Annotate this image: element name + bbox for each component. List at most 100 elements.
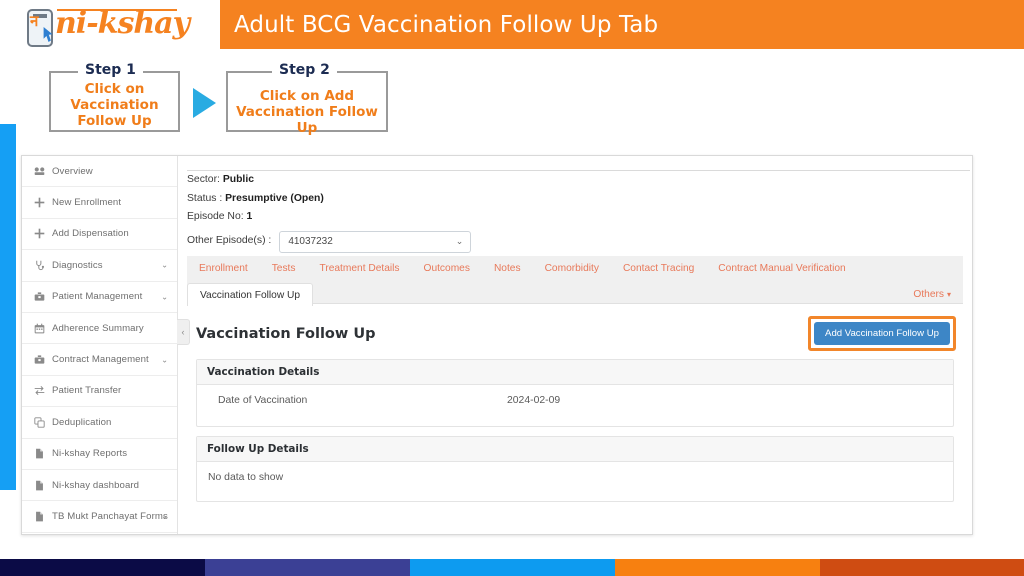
sidebar-item-label: Add Dispensation (52, 228, 129, 240)
step-1-text: Click on Vaccination Follow Up (70, 81, 159, 129)
date-of-vaccination-label: Date of Vaccination (218, 395, 308, 406)
plus-icon (34, 197, 52, 208)
page-title: Vaccination Follow Up (196, 325, 376, 342)
footer-color-strip (0, 559, 1024, 576)
slide-title: Adult BCG Vaccination Follow Up Tab (234, 11, 659, 38)
sidebar-item-patient-management[interactable]: Patient Management ⌄ (22, 282, 177, 313)
footer-strip-segment (205, 559, 410, 576)
status-value: Presumptive (Open) (225, 192, 324, 204)
sidebar: Overview New Enrollment Add Dispensation Di… (22, 156, 178, 534)
tab-comorbidity[interactable]: Comorbidity (533, 256, 611, 282)
other-episodes-label: Other Episode(s) : (187, 235, 272, 247)
sidebar-item-ni-kshay-reports[interactable]: Ni-kshay Reports (22, 439, 177, 470)
sidebar-item-label: Overview (52, 165, 93, 177)
copy-icon (34, 417, 52, 428)
chevron-down-icon: ⌄ (161, 511, 168, 521)
sidebar-item-tb-mukt-panchayat-forms[interactable]: TB Mukt Panchayat Forms ⌄ (22, 501, 177, 533)
tab-label: Tests (271, 263, 296, 274)
follow-up-details-panel: Follow Up Details No data to show (196, 436, 954, 502)
chevron-down-icon: ⌄ (161, 260, 168, 270)
vaccination-details-panel: Vaccination Details Date of Vaccination … (196, 359, 954, 427)
sidebar-item-label: New Enrollment (52, 197, 122, 209)
sidebar-item-label: Ni-kshay dashboard (52, 479, 140, 491)
tab-others[interactable]: Others ▾ (901, 282, 963, 308)
tab-label: Comorbidity (544, 263, 599, 274)
sidebar-item-label: Ni-kshay Reports (52, 448, 128, 460)
tab-label: Vaccination Follow Up (200, 290, 301, 301)
briefcase-icon (34, 354, 52, 365)
sidebar-item-label: TB Mukt Panchayat Forms (52, 510, 168, 522)
tab-label: Contract Manual Verification (718, 263, 846, 274)
episode-no-row: Episode No: 1 (187, 208, 972, 227)
caret-down-icon: ▾ (946, 290, 951, 299)
sidebar-item-label: Diagnostics (52, 259, 103, 271)
tab-notes[interactable]: Notes (482, 256, 533, 282)
no-data-message: No data to show (208, 472, 284, 483)
sidebar-item-label: Deduplication (52, 416, 112, 428)
step-1-callout: Step 1 Click on Vaccination Follow Up (49, 62, 180, 132)
follow-up-details-heading: Follow Up Details (197, 437, 953, 462)
follow-up-details-body: No data to show (197, 462, 953, 501)
tab-treatment-details[interactable]: Treatment Details (307, 256, 411, 282)
stethoscope-icon (34, 260, 52, 271)
chevron-down-icon: ⌄ (161, 355, 168, 365)
sidebar-item-label: Adherence Summary (52, 322, 144, 334)
tab-label: Enrollment (199, 263, 248, 274)
tab-label: Notes (493, 263, 521, 274)
sidebar-item-diagnostics[interactable]: Diagnostics ⌄ (22, 250, 177, 282)
sidebar-item-contract-management[interactable]: Contract Management ⌄ (22, 344, 177, 376)
main-pane: Sector: Public Status : Presumptive (Ope… (179, 156, 972, 534)
chevron-down-icon: ⌄ (161, 292, 168, 302)
sector-row: Sector: Public (187, 171, 972, 190)
tab-enrollment[interactable]: Enrollment (187, 256, 260, 282)
tab-outcomes[interactable]: Outcomes (412, 256, 482, 282)
sidebar-item-overview[interactable]: Overview (22, 156, 177, 188)
step-1-legend: Step 1 (78, 62, 143, 78)
patient-summary: Sector: Public Status : Presumptive (Ope… (179, 156, 972, 253)
tab-contract-manual-verification[interactable]: Contract Manual Verification (706, 256, 857, 282)
briefcase-icon (34, 291, 52, 302)
sidebar-item-adherence-summary[interactable]: Adherence Summary (22, 313, 177, 345)
logo-wordmark: ni-kshay (55, 6, 190, 41)
decorative-left-rail (0, 124, 16, 490)
tab-label: Outcomes (423, 263, 470, 274)
date-of-vaccination-value: 2024-02-09 (507, 395, 561, 406)
sidebar-item-deduplication[interactable]: Deduplication (22, 407, 177, 439)
other-episodes-select[interactable]: 41037232 ⌄ (279, 230, 472, 253)
plus-icon (34, 228, 52, 239)
nikshay-logo: न ni-kshay (25, 5, 195, 51)
table-row: Date of Vaccination 2024-02-09 (207, 395, 943, 406)
tab-strip: Enrollment Tests Treatment Details Outcomes… (187, 256, 963, 311)
step-2-callout: Step 2 Click on Add Vaccination Follow Up (226, 62, 388, 136)
sector-label: Sector: (187, 174, 220, 185)
footer-strip-segment (410, 559, 615, 576)
sidebar-item-label: Contract Management (52, 354, 149, 366)
add-button-highlight: Add Vaccination Follow Up (808, 316, 956, 351)
sidebar-collapse-toggle[interactable]: ‹ (177, 319, 190, 345)
episode-value: 1 (246, 211, 253, 223)
sector-value: Public (222, 174, 254, 185)
vaccination-details-body: Date of Vaccination 2024-02-09 (197, 385, 953, 426)
tab-label: Others (913, 289, 944, 300)
sidebar-item-new-enrollment[interactable]: New Enrollment (22, 187, 177, 219)
sidebar-item-add-dispensation[interactable]: Add Dispensation (22, 219, 177, 251)
dashboard-icon (34, 166, 52, 177)
clipped-patient-row (187, 162, 970, 171)
tab-label: Contact Tracing (622, 263, 695, 274)
application-window: Overview New Enrollment Add Dispensation Di… (21, 155, 973, 535)
sidebar-item-patient-transfer[interactable]: Patient Transfer (22, 376, 177, 408)
step-2-text: Click on Add Vaccination Follow Up (236, 88, 378, 136)
step-2-legend: Step 2 (272, 62, 337, 78)
tab-content-panel: Vaccination Follow Up Add Vaccination Fo… (187, 306, 963, 534)
document-icon (34, 511, 52, 522)
transfer-icon (34, 385, 52, 396)
other-episodes-value: 41037232 (288, 236, 333, 248)
tab-tests[interactable]: Tests (260, 256, 308, 282)
slide-canvas: Adult BCG Vaccination Follow Up Tab न ni… (0, 0, 1024, 576)
tab-contact-tracing[interactable]: Contact Tracing (611, 256, 706, 282)
devanagari-glyph-icon: न (30, 12, 39, 30)
sidebar-item-ni-kshay-dashboard[interactable]: Ni-kshay dashboard (22, 470, 177, 502)
footer-strip-segment (615, 559, 820, 576)
add-vaccination-follow-up-button[interactable]: Add Vaccination Follow Up (814, 322, 950, 345)
status-row: Status : Presumptive (Open) (187, 190, 972, 209)
